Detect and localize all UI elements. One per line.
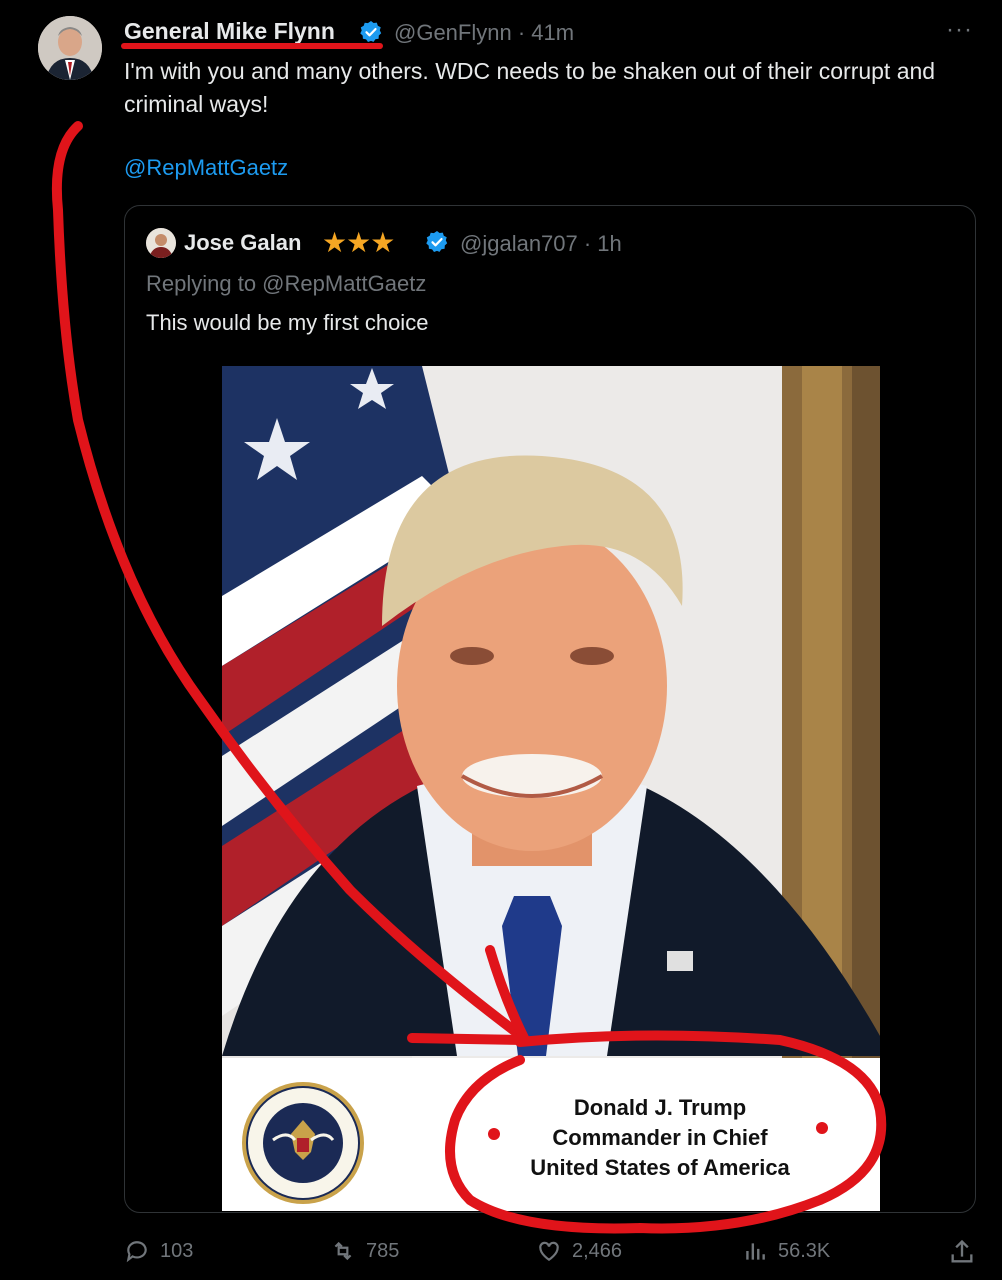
heart-icon <box>539 1241 559 1261</box>
verified-badge-icon[interactable] <box>425 230 449 254</box>
view-count: 56.3K <box>778 1239 831 1262</box>
quoted-author-handle-time[interactable]: @jgalan707 · 1h <box>460 231 622 257</box>
tweet-text: I'm with you and many others. WDC needs … <box>124 58 936 117</box>
caption-line-title: Commander in Chief <box>552 1125 768 1150</box>
like-button[interactable]: 2,466 <box>536 1238 622 1264</box>
avatar-portrait <box>38 16 102 80</box>
mention-link[interactable]: @RepMattGaetz <box>124 155 288 181</box>
views-icon <box>746 1243 765 1260</box>
quoted-author-name[interactable]: Jose Galan <box>184 230 301 256</box>
repost-count: 785 <box>366 1239 400 1262</box>
repost-icon <box>334 1241 352 1261</box>
repost-button[interactable]: 785 <box>330 1238 399 1264</box>
verified-badge-icon[interactable] <box>359 20 383 44</box>
reply-count: 103 <box>160 1239 194 1262</box>
reply-button[interactable]: 103 <box>124 1238 193 1264</box>
author-avatar[interactable] <box>38 16 102 80</box>
star-emoji-icons: ★★★ <box>322 227 395 258</box>
reply-icon <box>126 1241 147 1263</box>
author-name[interactable]: General Mike Flynn <box>124 18 335 45</box>
presidential-seal-icon <box>242 1082 364 1204</box>
more-options-icon[interactable]: ··· <box>946 16 973 44</box>
quoted-author-avatar[interactable] <box>146 228 176 258</box>
views-button[interactable]: 56.3K <box>742 1238 830 1264</box>
share-icon[interactable] <box>948 1238 976 1266</box>
photo-caption: Donald J. Trump Commander in Chief Unite… <box>470 1093 850 1183</box>
author-handle-time[interactable]: @GenFlynn · 41m <box>394 20 574 46</box>
caption-line-name: Donald J. Trump <box>573 1095 747 1120</box>
caption-line-country: United States of America <box>530 1155 790 1180</box>
replying-to-text: Replying to @RepMattGaetz <box>146 271 427 296</box>
like-count: 2,466 <box>572 1239 623 1262</box>
quoted-tweet-text: This would be my first choice <box>146 310 429 335</box>
avatar-portrait <box>146 228 176 258</box>
